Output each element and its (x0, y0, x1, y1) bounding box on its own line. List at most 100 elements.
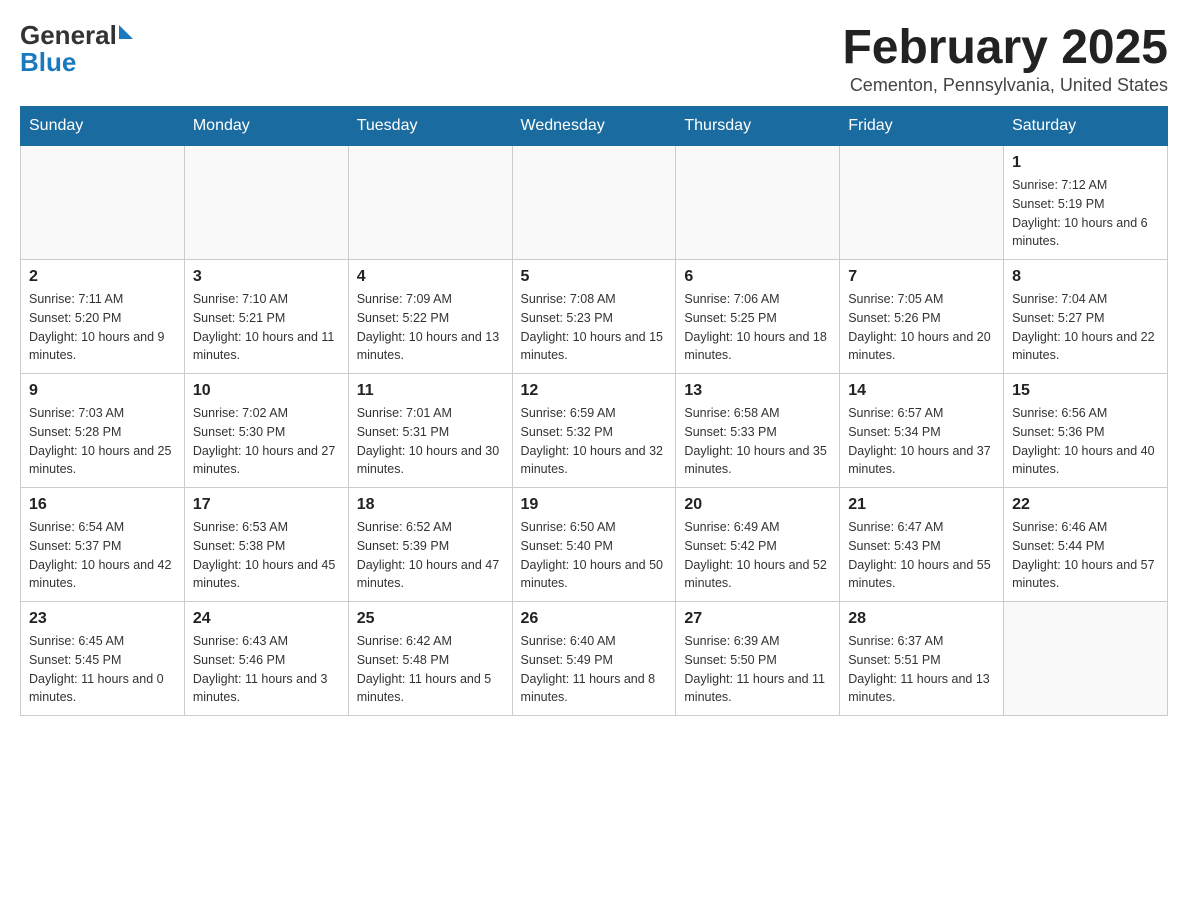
calendar-cell: 26 Sunrise: 6:40 AM Sunset: 5:49 PM Dayli… (512, 602, 676, 716)
day-info: Sunrise: 6:46 AM Sunset: 5:44 PM Dayligh… (1012, 518, 1159, 593)
calendar-cell (512, 146, 676, 260)
calendar-cell: 19 Sunrise: 6:50 AM Sunset: 5:40 PM Dayli… (512, 488, 676, 602)
calendar-header-tuesday: Tuesday (348, 107, 512, 146)
calendar-cell: 23Sunrise: 6:45 AM Sunset: 5:45 PM Dayli… (21, 602, 185, 716)
calendar-cell: 22 Sunrise: 6:46 AM Sunset: 5:44 PM Dayli… (1004, 488, 1168, 602)
calendar-week-row: 16Sunrise: 6:54 AM Sunset: 5:37 PM Dayli… (21, 488, 1168, 602)
calendar-week-row: 23Sunrise: 6:45 AM Sunset: 5:45 PM Dayli… (21, 602, 1168, 716)
day-info: Sunrise: 6:50 AM Sunset: 5:40 PM Dayligh… (521, 518, 668, 593)
calendar-cell (184, 146, 348, 260)
day-number: 16 (29, 496, 176, 514)
day-number: 20 (684, 496, 831, 514)
calendar-cell: 3 Sunrise: 7:10 AM Sunset: 5:21 PM Daylig… (184, 260, 348, 374)
day-info: Sunrise: 7:05 AM Sunset: 5:26 PM Dayligh… (848, 290, 995, 365)
calendar-cell (676, 146, 840, 260)
day-number: 22 (1012, 496, 1159, 514)
calendar-cell: 27 Sunrise: 6:39 AM Sunset: 5:50 PM Dayli… (676, 602, 840, 716)
day-number: 17 (193, 496, 340, 514)
day-number: 3 (193, 268, 340, 286)
calendar-cell (348, 146, 512, 260)
day-info: Sunrise: 6:47 AM Sunset: 5:43 PM Dayligh… (848, 518, 995, 593)
day-number: 26 (521, 610, 668, 628)
title-block: February 2025 Cementon, Pennsylvania, Un… (842, 20, 1168, 96)
calendar-cell: 9 Sunrise: 7:03 AM Sunset: 5:28 PM Daylig… (21, 374, 185, 488)
calendar-cell: 25Sunrise: 6:42 AM Sunset: 5:48 PM Dayli… (348, 602, 512, 716)
day-number: 7 (848, 268, 995, 286)
day-number: 12 (521, 382, 668, 400)
day-info: Sunrise: 6:58 AM Sunset: 5:33 PM Dayligh… (684, 404, 831, 479)
calendar-cell: 8 Sunrise: 7:04 AM Sunset: 5:27 PM Daylig… (1004, 260, 1168, 374)
location-text: Cementon, Pennsylvania, United States (842, 75, 1168, 96)
calendar-cell: 11Sunrise: 7:01 AM Sunset: 5:31 PM Dayli… (348, 374, 512, 488)
calendar-week-row: 1 Sunrise: 7:12 AM Sunset: 5:19 PM Daylig… (21, 146, 1168, 260)
day-number: 8 (1012, 268, 1159, 286)
calendar-cell: 14 Sunrise: 6:57 AM Sunset: 5:34 PM Dayli… (840, 374, 1004, 488)
calendar-cell: 18Sunrise: 6:52 AM Sunset: 5:39 PM Dayli… (348, 488, 512, 602)
day-number: 21 (848, 496, 995, 514)
calendar-cell: 5Sunrise: 7:08 AM Sunset: 5:23 PM Daylig… (512, 260, 676, 374)
day-info: Sunrise: 7:03 AM Sunset: 5:28 PM Dayligh… (29, 404, 176, 479)
day-info: Sunrise: 7:04 AM Sunset: 5:27 PM Dayligh… (1012, 290, 1159, 365)
day-info: Sunrise: 6:42 AM Sunset: 5:48 PM Dayligh… (357, 632, 504, 707)
calendar-cell: 20 Sunrise: 6:49 AM Sunset: 5:42 PM Dayli… (676, 488, 840, 602)
page-header: General Blue February 2025 Cementon, Pen… (20, 20, 1168, 96)
calendar-header-saturday: Saturday (1004, 107, 1168, 146)
logo-blue-text: Blue (20, 47, 76, 78)
day-info: Sunrise: 6:52 AM Sunset: 5:39 PM Dayligh… (357, 518, 504, 593)
calendar-header-monday: Monday (184, 107, 348, 146)
day-info: Sunrise: 6:56 AM Sunset: 5:36 PM Dayligh… (1012, 404, 1159, 479)
day-info: Sunrise: 6:59 AM Sunset: 5:32 PM Dayligh… (521, 404, 668, 479)
calendar-cell: 17Sunrise: 6:53 AM Sunset: 5:38 PM Dayli… (184, 488, 348, 602)
day-info: Sunrise: 7:09 AM Sunset: 5:22 PM Dayligh… (357, 290, 504, 365)
day-number: 19 (521, 496, 668, 514)
logo-chevron-icon (119, 25, 133, 39)
day-number: 15 (1012, 382, 1159, 400)
calendar-cell: 4 Sunrise: 7:09 AM Sunset: 5:22 PM Daylig… (348, 260, 512, 374)
logo: General Blue (20, 20, 133, 78)
day-info: Sunrise: 7:11 AM Sunset: 5:20 PM Dayligh… (29, 290, 176, 365)
calendar-week-row: 2 Sunrise: 7:11 AM Sunset: 5:20 PM Daylig… (21, 260, 1168, 374)
calendar-table: SundayMondayTuesdayWednesdayThursdayFrid… (20, 106, 1168, 716)
day-info: Sunrise: 6:39 AM Sunset: 5:50 PM Dayligh… (684, 632, 831, 707)
day-number: 2 (29, 268, 176, 286)
calendar-cell: 2 Sunrise: 7:11 AM Sunset: 5:20 PM Daylig… (21, 260, 185, 374)
day-number: 9 (29, 382, 176, 400)
day-number: 11 (357, 382, 504, 400)
calendar-cell (1004, 602, 1168, 716)
day-number: 6 (684, 268, 831, 286)
day-info: Sunrise: 7:06 AM Sunset: 5:25 PM Dayligh… (684, 290, 831, 365)
calendar-cell (840, 146, 1004, 260)
day-number: 24 (193, 610, 340, 628)
calendar-cell (21, 146, 185, 260)
month-title: February 2025 (842, 20, 1168, 75)
calendar-cell: 15 Sunrise: 6:56 AM Sunset: 5:36 PM Dayli… (1004, 374, 1168, 488)
day-info: Sunrise: 6:57 AM Sunset: 5:34 PM Dayligh… (848, 404, 995, 479)
calendar-cell: 12 Sunrise: 6:59 AM Sunset: 5:32 PM Dayli… (512, 374, 676, 488)
day-number: 28 (848, 610, 995, 628)
day-info: Sunrise: 7:02 AM Sunset: 5:30 PM Dayligh… (193, 404, 340, 479)
calendar-header-sunday: Sunday (21, 107, 185, 146)
day-number: 27 (684, 610, 831, 628)
day-info: Sunrise: 7:08 AM Sunset: 5:23 PM Dayligh… (521, 290, 668, 365)
calendar-cell: 1 Sunrise: 7:12 AM Sunset: 5:19 PM Daylig… (1004, 146, 1168, 260)
calendar-week-row: 9 Sunrise: 7:03 AM Sunset: 5:28 PM Daylig… (21, 374, 1168, 488)
calendar-cell: 6 Sunrise: 7:06 AM Sunset: 5:25 PM Daylig… (676, 260, 840, 374)
calendar-cell: 24 Sunrise: 6:43 AM Sunset: 5:46 PM Dayli… (184, 602, 348, 716)
day-number: 13 (684, 382, 831, 400)
calendar-cell: 21 Sunrise: 6:47 AM Sunset: 5:43 PM Dayli… (840, 488, 1004, 602)
day-info: Sunrise: 6:43 AM Sunset: 5:46 PM Dayligh… (193, 632, 340, 707)
day-info: Sunrise: 7:10 AM Sunset: 5:21 PM Dayligh… (193, 290, 340, 365)
calendar-header-friday: Friday (840, 107, 1004, 146)
day-number: 4 (357, 268, 504, 286)
calendar-header-thursday: Thursday (676, 107, 840, 146)
day-info: Sunrise: 6:37 AM Sunset: 5:51 PM Dayligh… (848, 632, 995, 707)
day-number: 10 (193, 382, 340, 400)
day-info: Sunrise: 6:49 AM Sunset: 5:42 PM Dayligh… (684, 518, 831, 593)
calendar-cell: 10 Sunrise: 7:02 AM Sunset: 5:30 PM Dayli… (184, 374, 348, 488)
day-number: 14 (848, 382, 995, 400)
day-info: Sunrise: 7:12 AM Sunset: 5:19 PM Dayligh… (1012, 176, 1159, 251)
day-number: 1 (1012, 154, 1159, 172)
calendar-header-row: SundayMondayTuesdayWednesdayThursdayFrid… (21, 107, 1168, 146)
calendar-cell: 7 Sunrise: 7:05 AM Sunset: 5:26 PM Daylig… (840, 260, 1004, 374)
day-info: Sunrise: 6:40 AM Sunset: 5:49 PM Dayligh… (521, 632, 668, 707)
